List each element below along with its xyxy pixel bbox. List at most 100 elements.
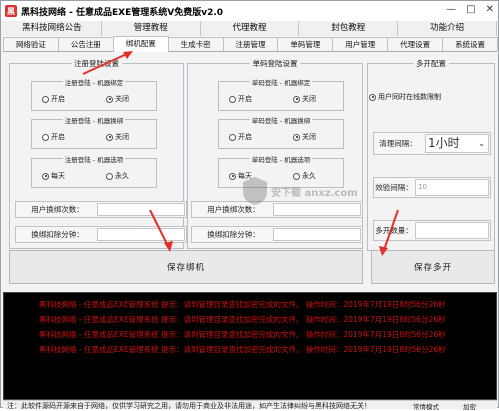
reg-bind-on-radio[interactable]: 开启 — [42, 94, 65, 104]
reg-daily-radio[interactable]: 每天 — [42, 171, 65, 181]
reg-rebind-deduct-input[interactable] — [97, 228, 185, 241]
code-daily-radio[interactable]: 每天 — [229, 171, 252, 181]
code-bind-off-radio[interactable]: 关闭 — [293, 94, 316, 104]
code-options-title: 单码登陆 - 机器选项 — [249, 154, 313, 164]
radio-on-icon — [229, 172, 236, 180]
code-unbind-title: 单码登陆 - 机器换绑 — [249, 115, 313, 125]
tab-generate-cards[interactable]: 生成卡密 — [167, 37, 224, 51]
radio-label: 关闭 — [115, 133, 129, 141]
reg-rebind-count-row: 用户换绑次数： — [15, 201, 187, 218]
code-unbind-off-radio[interactable]: 关闭 — [293, 132, 316, 142]
radio-label: 开启 — [51, 95, 65, 103]
reg-bind-box: 注册登陆 - 机器绑定 开启 关闭 — [31, 77, 157, 111]
minimize-button[interactable]: — — [446, 4, 456, 15]
cleanup-select[interactable]: 1小时 ⌄ — [425, 134, 489, 153]
reg-unbind-on-radio[interactable]: 开启 — [42, 132, 65, 142]
encrypt-button[interactable]: 加密 — [463, 401, 476, 411]
reg-forever-radio[interactable]: 永久 — [106, 171, 129, 181]
code-rebind-count-input[interactable] — [273, 203, 361, 216]
tab-announce-register[interactable]: 公告注册 — [57, 37, 114, 51]
menu-announcements[interactable]: 黑科技网络公告 — [3, 21, 102, 36]
top-menu: 黑科技网络公告 管理教程 代理教程 封包教程 功能介绍 — [3, 21, 497, 36]
radio-on-icon — [293, 95, 300, 103]
online-limit-checkbox[interactable]: 用户同时在线数限制 — [369, 92, 441, 102]
log-row: 黑科技网络 - 任意成品EXE管理系统 提示：请到管理目录查找加密完成的文件。 … — [39, 300, 446, 309]
radio-label: 关闭 — [115, 95, 129, 103]
check-interval-label: 效验间隔： — [375, 183, 413, 192]
reg-rebind-count-label: 用户换绑次数： — [31, 205, 84, 214]
radio-label: 每天 — [238, 172, 252, 180]
menu-agent-tutorial[interactable]: 代理教程 — [200, 21, 300, 36]
tab-network-verify[interactable]: 网络验证 — [3, 37, 59, 51]
app-logo-icon: 黑 — [5, 5, 17, 17]
multi-open-title: 多开配置 — [413, 58, 449, 69]
code-options-box: 单码登陆 - 机器选项 每天 永久 — [218, 154, 344, 188]
menu-packet-tutorial[interactable]: 封包教程 — [299, 21, 399, 36]
close-button[interactable]: ✕ — [486, 4, 494, 15]
tab-single-code-manage[interactable]: 单码管理 — [277, 37, 334, 51]
radio-off-icon — [229, 133, 236, 141]
code-rebind-count-label: 用户换绑次数： — [207, 205, 260, 214]
radio-off-icon — [106, 172, 113, 180]
log-panel: 黑科技网络 - 任意成品EXE管理系统 提示：请到管理目录查找加密完成的文件。 … — [3, 292, 497, 400]
reg-rebind-deduct-label: 换绑扣除分钟： — [31, 230, 84, 239]
menu-admin-tutorial[interactable]: 管理教程 — [101, 21, 201, 36]
reg-unbind-box: 注册登陆 - 机器换绑 开启 关闭 — [31, 115, 157, 149]
radio-label: 关闭 — [302, 133, 316, 141]
radio-on-icon — [106, 133, 113, 141]
tab-system-settings[interactable]: 系统设置 — [442, 37, 499, 51]
status-message: 注：此软件源码开源来自于网络，仅供学习研究之用，请勿用于商业及非法用途，如产生法… — [7, 402, 371, 410]
check-interval-value: 10 — [418, 183, 427, 191]
code-rebind-deduct-input[interactable] — [273, 228, 361, 241]
sub-tabs: 网络验证 公告注册 绑机配置 生成卡密 注册管理 单码管理 用户管理 代理设置 … — [3, 36, 499, 52]
reg-bind-off-radio[interactable]: 关闭 — [106, 94, 129, 104]
radio-label: 开启 — [51, 133, 65, 141]
radio-on-icon — [369, 93, 376, 101]
save-multi-button[interactable]: 保存多开 — [371, 250, 495, 284]
radio-off-icon — [42, 95, 49, 103]
menu-features[interactable]: 功能介绍 — [398, 21, 497, 36]
code-rebind-count-row: 用户换绑次数： — [191, 201, 363, 218]
radio-off-icon — [229, 95, 236, 103]
log-row: 黑科技网络 - 任意成品EXE管理系统 提示：请到管理目录查找加密完成的文件。 … — [39, 345, 446, 354]
reg-unbind-off-radio[interactable]: 关闭 — [106, 132, 129, 142]
title-bar: 黑 黑科技网络 - 任意成品EXE管理系统V免费版v2.0 — □ ✕ — [1, 1, 498, 21]
tab-bind-config[interactable]: 绑机配置 — [112, 36, 169, 52]
check-interval-input[interactable]: 10 — [415, 179, 489, 196]
reg-unbind-title: 注册登陆 - 机器换绑 — [62, 115, 126, 125]
tab-agent-settings[interactable]: 代理设置 — [387, 37, 444, 51]
check-interval-row: 效验间隔： 10 — [373, 177, 491, 198]
code-unbind-box: 单码登陆 - 机器换绑 开启 关闭 — [218, 115, 344, 149]
radio-label: 永久 — [115, 172, 129, 180]
code-rebind-deduct-row: 换绑扣除分钟： — [191, 226, 363, 243]
single-code-title: 单码登陆设置 — [249, 58, 301, 69]
radio-off-icon — [42, 133, 49, 141]
open-count-label: 多开数量： — [375, 226, 413, 235]
radio-off-icon — [293, 172, 300, 180]
tab-user-manage[interactable]: 用户管理 — [332, 37, 389, 51]
code-bind-on-radio[interactable]: 开启 — [229, 94, 252, 104]
app-window: 黑 黑科技网络 - 任意成品EXE管理系统V免费版v2.0 — □ ✕ 黑科技网… — [0, 0, 499, 411]
reg-rebind-deduct-row: 换绑扣除分钟： — [15, 226, 187, 243]
code-rebind-deduct-label: 换绑扣除分钟： — [207, 230, 260, 239]
radio-on-icon — [293, 133, 300, 141]
reg-options-box: 注册登陆 - 机器选项 每天 永久 — [31, 154, 157, 188]
radio-label: 关闭 — [302, 95, 316, 103]
register-login-title: 注册登陆设置 — [71, 58, 122, 69]
reg-rebind-count-input[interactable] — [97, 203, 185, 216]
save-bind-button[interactable]: 保存绑机 — [9, 250, 363, 284]
maximize-button[interactable]: □ — [466, 4, 475, 15]
radio-label: 每天 — [51, 172, 65, 180]
code-bind-box: 单码登陆 - 机器绑定 开启 关闭 — [218, 77, 344, 111]
tab-register-manage[interactable]: 注册管理 — [222, 37, 279, 51]
cleanup-row: 清理间隔： 1小时 ⌄ — [373, 132, 491, 155]
open-count-input[interactable] — [415, 222, 489, 239]
mode-button[interactable]: 常情模式 — [413, 401, 439, 411]
reg-bind-title: 注册登陆 - 机器绑定 — [62, 77, 126, 87]
radio-on-icon — [106, 95, 113, 103]
cleanup-label: 清理间隔： — [379, 139, 417, 148]
window-title: 黑科技网络 - 任意成品EXE管理系统V免费版v2.0 — [21, 7, 224, 18]
log-row: 黑科技网络 - 任意成品EXE管理系统 提示：请到管理目录查找加密完成的文件。 … — [39, 315, 446, 324]
code-forever-radio[interactable]: 永久 — [293, 171, 316, 181]
code-unbind-on-radio[interactable]: 开启 — [229, 132, 252, 142]
